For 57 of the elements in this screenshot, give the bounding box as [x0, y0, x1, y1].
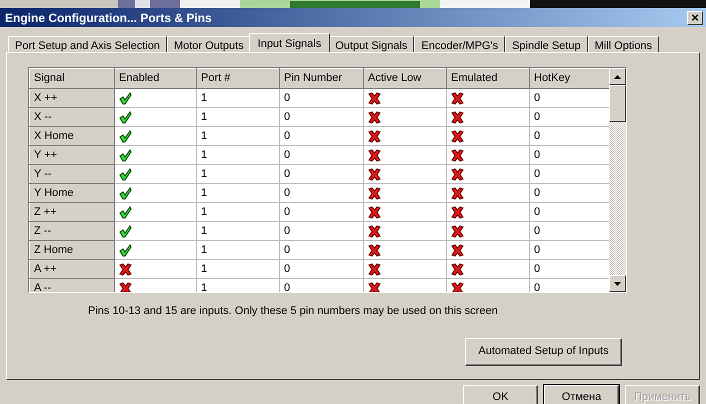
table-cell: 0	[280, 146, 364, 164]
table-cell: Z ++	[30, 202, 114, 222]
table-cell: 1	[196, 88, 280, 108]
dialog-button[interactable]: Отмена	[544, 385, 619, 404]
column-header: Pin Number	[280, 68, 364, 88]
dialog-button[interactable]: OK	[463, 385, 538, 404]
column-header: Port #	[196, 68, 280, 88]
table-cell: 0	[280, 202, 364, 222]
table-cell: 1	[196, 184, 280, 202]
scroll-up-button[interactable]	[609, 68, 626, 85]
table-cell: Y --	[30, 164, 114, 184]
table-cell: 1	[196, 202, 280, 222]
table-cell: Z Home	[30, 240, 114, 260]
table-cell: Y Home	[30, 184, 114, 202]
table-cell: 1	[196, 164, 280, 184]
up-arrow-icon	[614, 74, 621, 78]
table-cell: A --	[30, 278, 114, 292]
tab[interactable]: Port Setup and Axis Selection	[8, 36, 167, 52]
scrollbar-thumb[interactable]	[609, 85, 626, 122]
table-cell: Z --	[30, 222, 114, 240]
tab[interactable]: Mill Options	[588, 36, 660, 52]
column-header: HotKey	[530, 68, 609, 88]
table-cell: 0	[280, 222, 364, 240]
table-cell: 1	[196, 146, 280, 164]
table-cell: 0	[280, 184, 364, 202]
tab[interactable]: Input Signals	[248, 33, 330, 52]
table-cell: 1	[196, 108, 280, 126]
tab[interactable]: Output Signals	[328, 36, 414, 52]
table-cell: 1	[196, 260, 280, 278]
table-cell: X --	[30, 108, 114, 126]
note-text: Pins 10-13 and 15 are inputs. Only these 5 pin numbers may be used on this screen	[88, 304, 499, 319]
down-arrow-icon	[614, 282, 621, 286]
column-header: Emulated	[446, 68, 530, 88]
table-cell: 0	[280, 126, 364, 146]
table-cell: 0	[280, 260, 364, 278]
table-cell: Y ++	[30, 146, 114, 164]
column-header: Enabled	[114, 68, 196, 88]
window-title: Engine Configuration... Ports & Pins	[5, 10, 212, 26]
table-cell: 1	[196, 222, 280, 240]
table-cell: A ++	[30, 260, 114, 278]
tab[interactable]: Motor Outputs	[166, 36, 251, 52]
table-cell: 1	[196, 240, 280, 260]
table-cell: 0	[280, 108, 364, 126]
table-cell: X ++	[30, 88, 114, 108]
tab[interactable]: Encoder/MPG's	[414, 36, 506, 52]
tab[interactable]: Spindle Setup	[505, 36, 588, 52]
table-cell: X Home	[30, 126, 114, 146]
table-cell: 0	[280, 88, 364, 108]
scroll-down-button[interactable]	[609, 275, 626, 292]
scrollbar[interactable]	[609, 68, 626, 292]
column-header: Active Low	[364, 68, 446, 88]
table-cell: 0	[280, 240, 364, 260]
table-cell: 0	[280, 164, 364, 184]
column-header: Signal	[30, 68, 114, 88]
close-button[interactable]: ×	[687, 10, 703, 24]
table-cell: 1	[196, 126, 280, 146]
setup-button[interactable]: Automated Setup of Inputs	[465, 338, 622, 366]
